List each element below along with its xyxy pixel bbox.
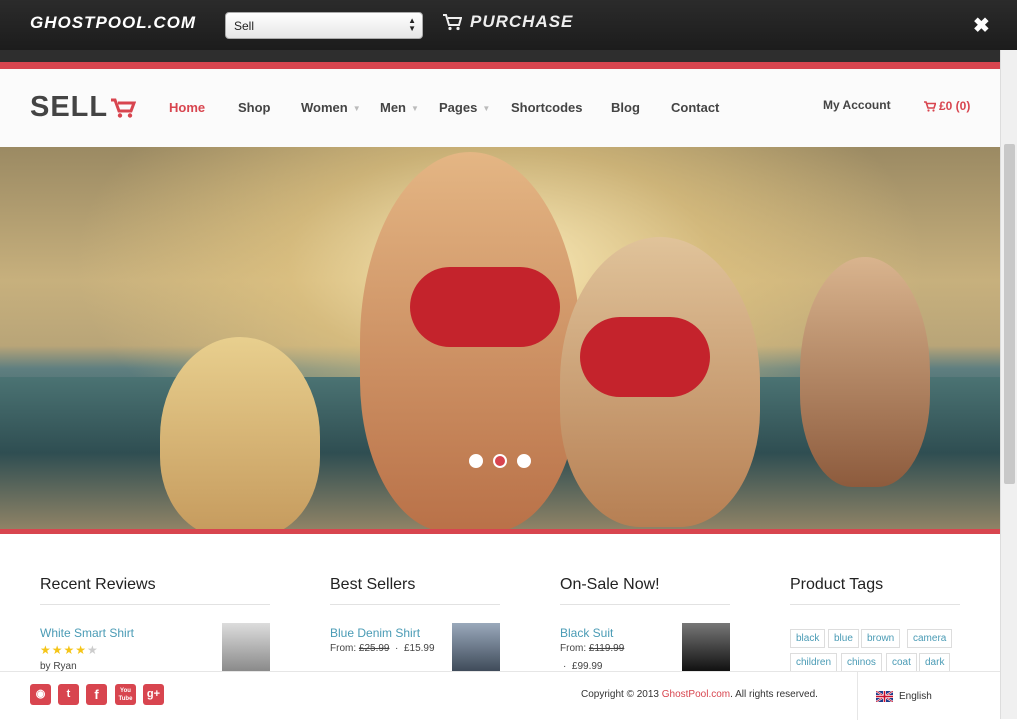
copyright-site-link[interactable]: GhostPool.com xyxy=(662,689,730,700)
google-plus-icon[interactable]: g+ xyxy=(143,684,164,705)
site-header: SELL Home Shop Women ▼ Men ▼ Pages ▼ Shortc… xyxy=(0,69,1000,147)
rss-icon[interactable]: ◉ xyxy=(30,684,51,705)
cart-total: £0 (0) xyxy=(939,99,971,113)
theme-select[interactable]: Sell ▲ ▼ xyxy=(225,12,423,39)
page-scrollbar[interactable] xyxy=(1000,50,1017,719)
slider-dot-3[interactable] xyxy=(517,454,531,468)
tag-blue[interactable]: blue xyxy=(828,629,859,648)
tag-camera[interactable]: camera xyxy=(907,629,953,648)
rating-stars: ★★★★★ xyxy=(40,643,99,657)
best-sellers-title: Best Sellers xyxy=(330,576,416,593)
slider-dot-2[interactable] xyxy=(493,454,507,468)
tag-children[interactable]: children xyxy=(790,653,838,672)
old-price: £119.99 xyxy=(588,643,625,654)
cart-icon xyxy=(924,100,936,112)
product-tags-title: Product Tags xyxy=(790,576,884,593)
theme-select-value: Sell xyxy=(234,19,255,33)
nav-men[interactable]: Men ▼ xyxy=(380,100,419,115)
scrollbar-thumb[interactable] xyxy=(1004,144,1015,484)
bestseller-product-link[interactable]: Blue Denim Shirt xyxy=(330,626,420,640)
nav-contact[interactable]: Contact xyxy=(671,100,719,115)
header-shadow-strip xyxy=(0,50,1000,62)
language-switcher[interactable]: English xyxy=(857,672,1000,720)
slide-image-figure xyxy=(410,267,560,347)
tag-dark[interactable]: dark xyxy=(919,653,951,672)
slide-image-figure xyxy=(580,317,710,397)
tag-coat[interactable]: coat xyxy=(886,653,917,672)
tag-brown[interactable]: brown xyxy=(861,629,901,648)
hero-slider[interactable] xyxy=(0,147,1000,529)
on-sale-title: On-Sale Now! xyxy=(560,576,660,593)
slide-image-figure xyxy=(800,257,930,487)
widget-divider xyxy=(790,604,960,605)
copyright-prefix: Copyright © 2013 xyxy=(581,689,662,700)
nav-women-label: Women xyxy=(301,100,348,115)
my-account-link[interactable]: My Account xyxy=(823,98,891,112)
youtube-icon[interactable]: You Tube xyxy=(115,684,136,705)
nav-shortcodes[interactable]: Shortcodes xyxy=(511,100,583,115)
site-footer: ◉ t f You Tube g+ Copyright © 2013 Ghost… xyxy=(0,671,1000,720)
slider-dot-1[interactable] xyxy=(469,454,483,468)
widget-divider xyxy=(560,604,730,605)
onsale-product-link[interactable]: Black Suit xyxy=(560,626,613,640)
price-separator: · xyxy=(395,643,399,654)
close-icon[interactable]: ✖ xyxy=(973,13,990,38)
slide-image-figure xyxy=(160,337,320,529)
review-product-link[interactable]: White Smart Shirt xyxy=(40,626,134,640)
product-thumbnail[interactable] xyxy=(452,623,500,671)
tag-black[interactable]: black xyxy=(790,629,826,648)
recent-reviews-title: Recent Reviews xyxy=(40,576,156,593)
select-arrows-icon: ▲ ▼ xyxy=(408,16,416,33)
caret-down-icon: ▼ xyxy=(352,104,361,114)
cart-link[interactable]: £0 (0) xyxy=(924,99,970,113)
onsale-price: From: £119.99 xyxy=(560,643,624,654)
product-thumbnail[interactable] xyxy=(222,623,270,671)
ghostpool-logo[interactable]: GHOSTPOOL.COM xyxy=(30,13,196,33)
cart-icon xyxy=(443,14,462,31)
product-thumbnail[interactable] xyxy=(682,623,730,671)
tag-chinos[interactable]: chinos xyxy=(841,653,882,672)
purchase-button[interactable]: PURCHASE xyxy=(442,12,573,32)
copyright-suffix: . All rights reserved. xyxy=(730,689,818,700)
accent-divider-bottom xyxy=(0,529,1000,534)
copyright-text: Copyright © 2013 GhostPool.com. All righ… xyxy=(581,689,818,700)
purchase-label: PURCHASE xyxy=(470,12,574,31)
nav-blog[interactable]: Blog xyxy=(611,100,640,115)
price-from-label: From: xyxy=(330,643,357,654)
new-price: £15.99 xyxy=(403,643,435,654)
logo-cart-icon xyxy=(111,98,137,118)
demo-topbar: GHOSTPOOL.COM Sell ▲ ▼ PURCHASE ✖ xyxy=(0,0,1017,50)
nav-men-label: Men xyxy=(380,100,406,115)
nav-shop[interactable]: Shop xyxy=(238,100,271,115)
twitter-icon[interactable]: t xyxy=(58,684,79,705)
facebook-icon[interactable]: f xyxy=(86,684,107,705)
site-logo-text: SELL xyxy=(30,91,109,123)
caret-down-icon: ▼ xyxy=(411,104,419,114)
nav-pages[interactable]: Pages ▼ xyxy=(439,100,490,115)
bestseller-price: From: £25.99 · £15.99 xyxy=(330,643,435,654)
widget-divider xyxy=(40,604,270,605)
nav-home[interactable]: Home xyxy=(169,100,205,115)
site-logo[interactable]: SELL xyxy=(30,91,137,124)
caret-down-icon: ▼ xyxy=(482,104,491,114)
widget-divider xyxy=(330,604,500,605)
accent-divider-top xyxy=(0,62,1000,69)
nav-pages-label: Pages xyxy=(439,100,478,115)
price-from-label: From: xyxy=(560,643,587,654)
uk-flag-icon xyxy=(876,690,893,702)
nav-women[interactable]: Women ▼ xyxy=(301,100,361,115)
language-label: English xyxy=(899,690,932,702)
old-price: £25.99 xyxy=(358,643,390,654)
